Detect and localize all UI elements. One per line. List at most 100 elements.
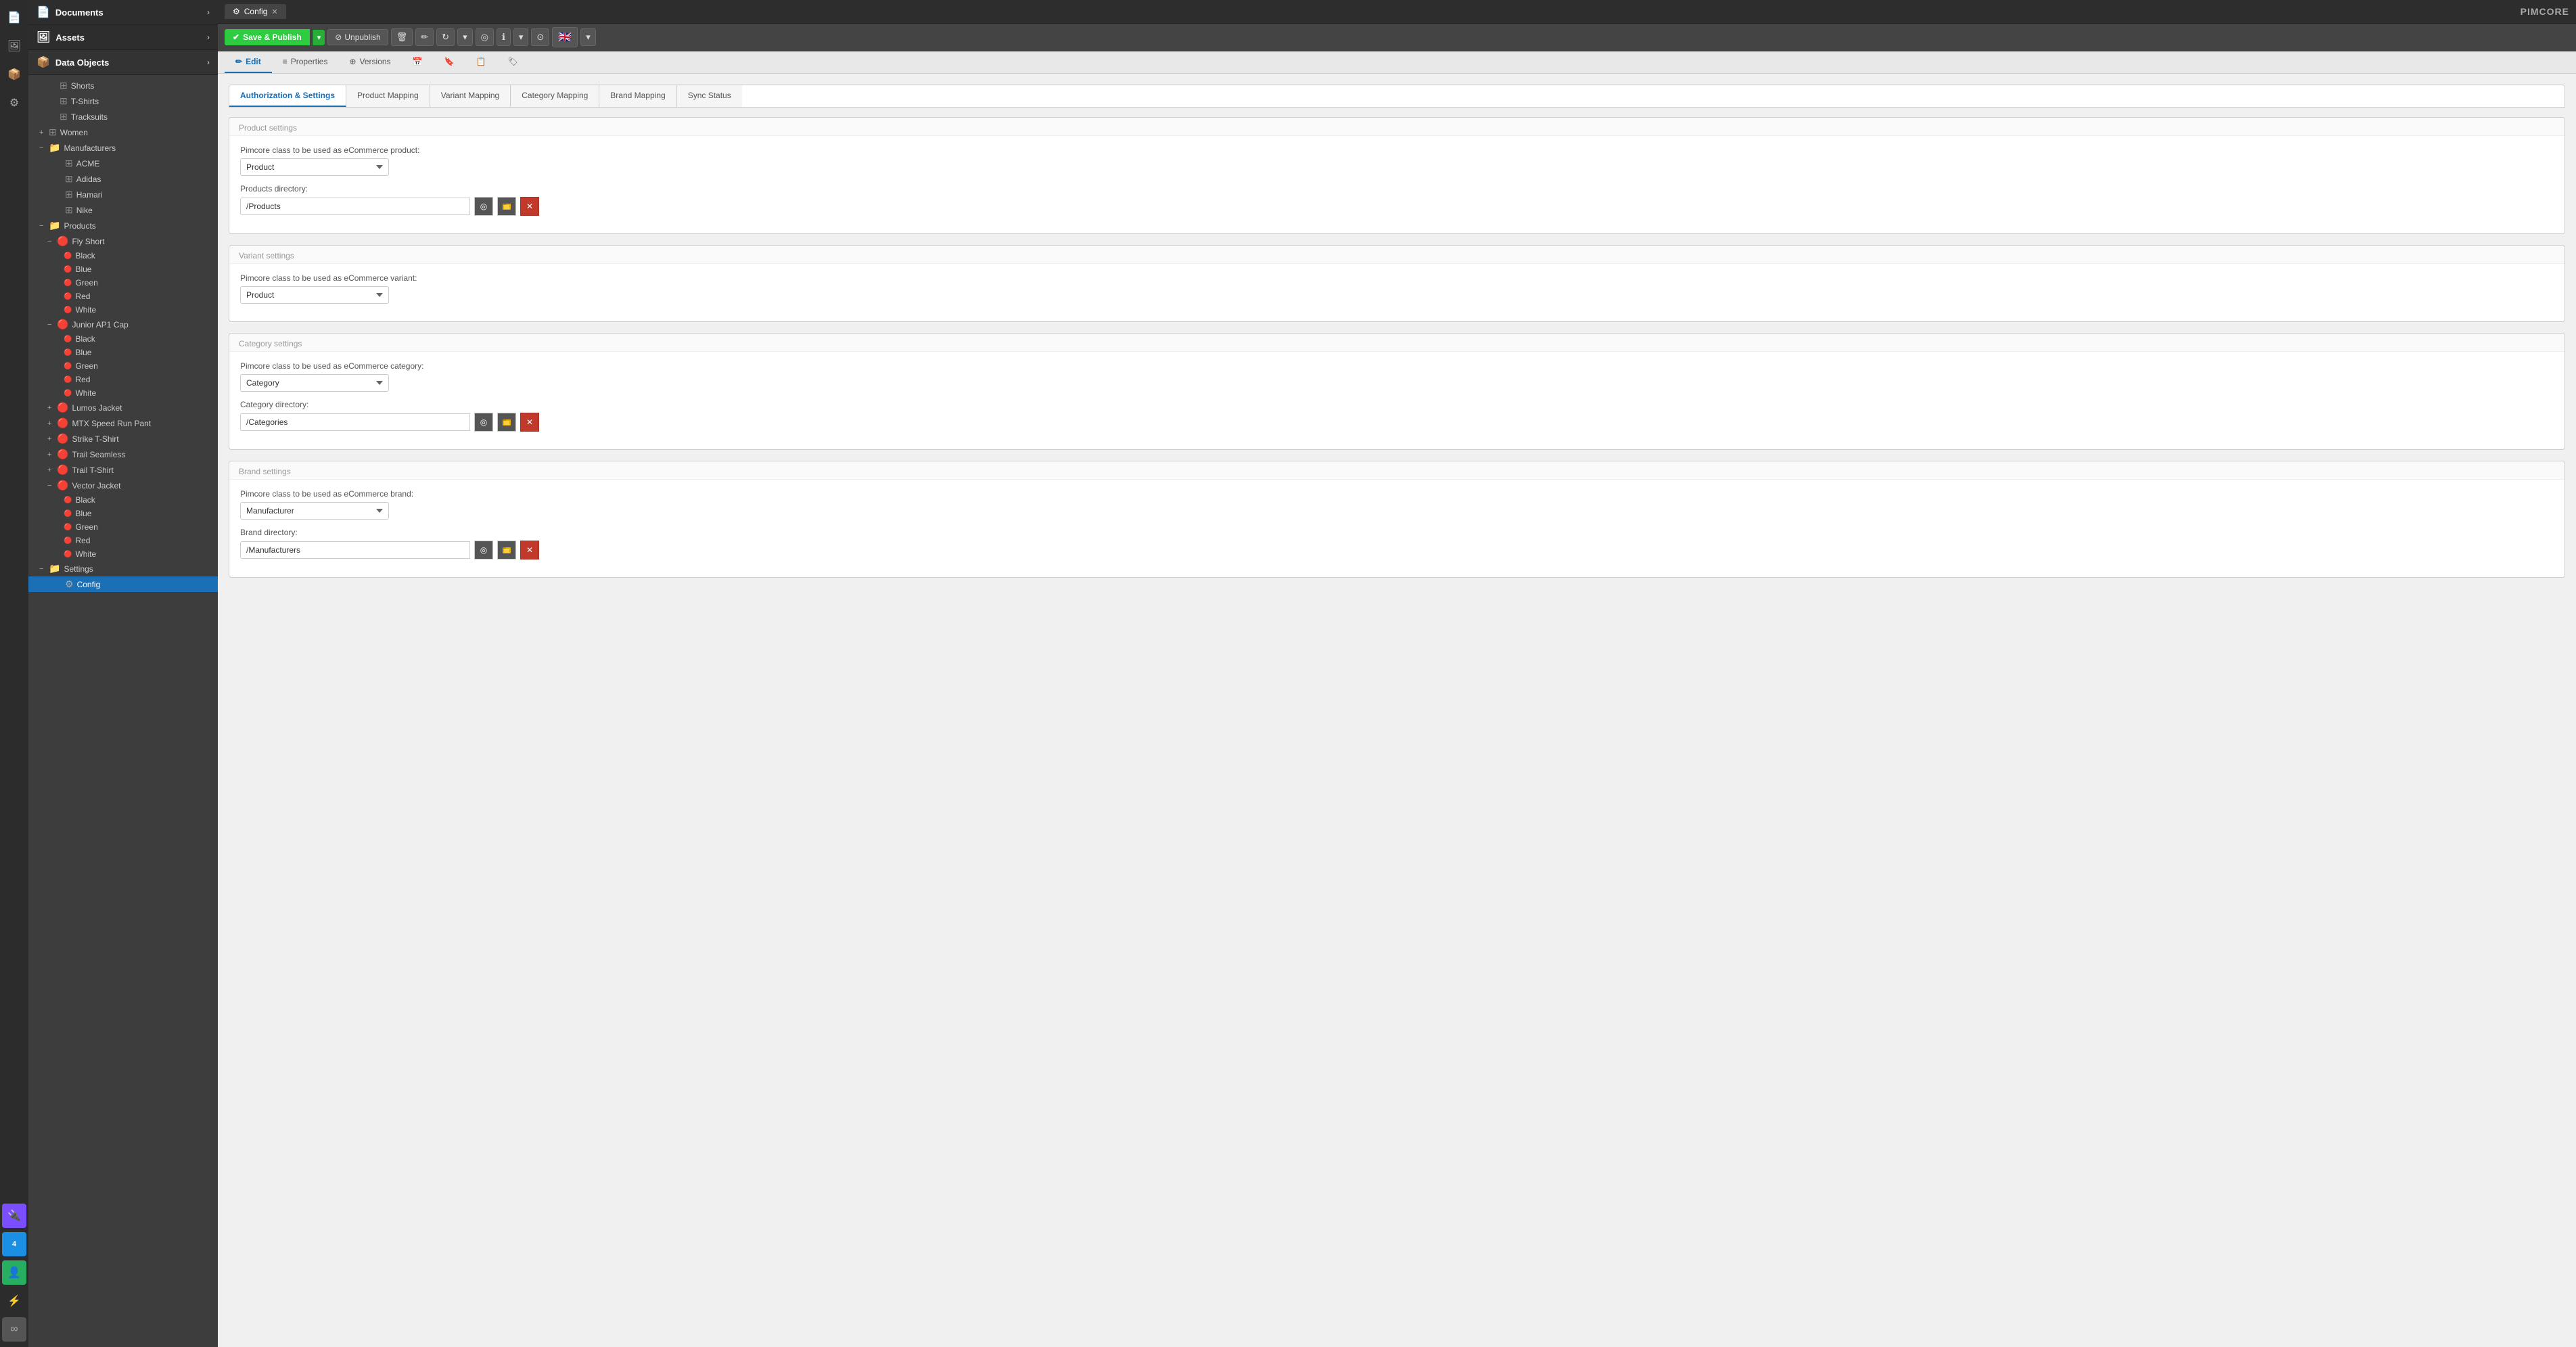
tab-auth-settings[interactable]: Authorization & Settings: [229, 85, 346, 107]
documents-nav-icon[interactable]: 📄: [2, 5, 26, 30]
tree-item-junior-red[interactable]: 🔴 Red: [28, 373, 218, 386]
tab-variant-mapping[interactable]: Variant Mapping: [430, 85, 511, 107]
subtab-edit[interactable]: ✏ Edit: [225, 51, 272, 73]
tree-item-vector-jacket[interactable]: − 🔴 Vector Jacket: [28, 478, 218, 493]
tree-item-hamari[interactable]: ⊞ Hamari: [28, 187, 218, 202]
category-dir-clear-btn[interactable]: ✕: [520, 413, 539, 432]
tree-item-strike-t-shirt[interactable]: + 🔴 Strike T-Shirt: [28, 431, 218, 447]
tree-item-vector-blue[interactable]: 🔴 Blue: [28, 507, 218, 520]
category-dir-input[interactable]: [240, 413, 470, 431]
info-button[interactable]: ℹ: [497, 28, 511, 46]
brand-dir-clear-btn[interactable]: ✕: [520, 541, 539, 560]
tools-nav-icon[interactable]: ⚙: [2, 91, 26, 115]
tree-item-junior-white[interactable]: 🔴 White: [28, 386, 218, 400]
tree-item-nike[interactable]: ⊞ Nike: [28, 202, 218, 218]
tree-item-lumos-jacket[interactable]: + 🔴 Lumos Jacket: [28, 400, 218, 415]
tab-product-mapping[interactable]: Product Mapping: [346, 85, 430, 107]
category-class-select[interactable]: Product Category Manufacturer: [240, 374, 389, 392]
subtab-schedule[interactable]: 📅: [402, 51, 434, 73]
tree-item-manufacturers[interactable]: − 📁 Manufacturers: [28, 140, 218, 156]
brand-class-label: Pimcore class to be used as eCommerce br…: [240, 489, 2554, 499]
tree-item-women[interactable]: + ⊞ Women: [28, 124, 218, 140]
subtab-tag[interactable]: 🏷: [497, 51, 528, 73]
tree-item-fly-short[interactable]: − 🔴 Fly Short: [28, 233, 218, 249]
tree-item-fly-short-blue[interactable]: 🔴 Blue: [28, 262, 218, 276]
variant-class-select[interactable]: Product Category Manufacturer: [240, 286, 389, 304]
subtab-properties[interactable]: ≡ Properties: [272, 51, 339, 73]
tree-item-vector-red[interactable]: 🔴 Red: [28, 534, 218, 547]
tab-config-close-icon[interactable]: ✕: [271, 7, 277, 16]
tree-item-shorts[interactable]: ⊞ Shorts: [28, 78, 218, 93]
sidebar-assets-header[interactable]: 🖼 Assets ›: [28, 25, 218, 50]
tree-item-vector-white[interactable]: 🔴 White: [28, 547, 218, 561]
notification-badge-icon[interactable]: 4: [2, 1232, 26, 1256]
brand-dir-input[interactable]: [240, 541, 470, 559]
flag-dropdown-button[interactable]: ▾: [580, 28, 596, 46]
refresh-dropdown-button[interactable]: ▾: [457, 28, 473, 46]
tab-config[interactable]: ⚙ Config ✕: [225, 4, 286, 19]
hamari-label: Hamari: [76, 190, 103, 200]
category-dir-target-btn[interactable]: ◎: [474, 413, 493, 432]
refresh-button[interactable]: ↻: [436, 28, 455, 46]
tree-item-junior-blue[interactable]: 🔴 Blue: [28, 346, 218, 359]
product-class-select[interactable]: Product Category Manufacturer: [240, 158, 389, 176]
fly-short-white-icon: 🔴: [64, 306, 72, 314]
tree-item-acme[interactable]: ⊞ ACME: [28, 156, 218, 171]
save-publish-label: Save & Publish: [243, 32, 302, 42]
info-dropdown-button[interactable]: ▾: [513, 28, 529, 46]
tree-item-junior-black[interactable]: 🔴 Black: [28, 332, 218, 346]
tree-item-tracksuits[interactable]: ⊞ Tracksuits: [28, 109, 218, 124]
tree-item-config[interactable]: ⚙ Config: [28, 576, 218, 592]
tree-item-junior-green[interactable]: 🔴 Green: [28, 359, 218, 373]
products-dir-input[interactable]: [240, 198, 470, 215]
tree-item-junior-ap1-cap[interactable]: − 🔴 Junior AP1 Cap: [28, 317, 218, 332]
tree-item-adidas[interactable]: ⊞ Adidas: [28, 171, 218, 187]
tree-item-settings[interactable]: − 📁 Settings: [28, 561, 218, 576]
infinity-icon[interactable]: ∞: [2, 1317, 26, 1342]
delete-button[interactable]: 🗑: [391, 28, 413, 46]
sidebar-data-objects-header[interactable]: 📦 Data Objects ›: [28, 50, 218, 75]
products-dir-browse-btn[interactable]: [497, 197, 516, 216]
brand-dir-browse-btn[interactable]: [497, 541, 516, 560]
edit-button[interactable]: ✏: [415, 28, 434, 46]
tree-item-mtx-speed-run-pant[interactable]: + 🔴 MTX Speed Run Pant: [28, 415, 218, 431]
tree-item-trail-t-shirt[interactable]: + 🔴 Trail T-Shirt: [28, 462, 218, 478]
target-button[interactable]: ◎: [476, 28, 494, 46]
data-objects-nav-icon[interactable]: 📦: [2, 62, 26, 87]
share-button[interactable]: ⊙: [531, 28, 549, 46]
subtab-versions[interactable]: ⊕ Versions: [338, 51, 401, 73]
subtab-clipboard[interactable]: 📋: [465, 51, 497, 73]
products-dir-clear-btn[interactable]: ✕: [520, 197, 539, 216]
unpublish-button[interactable]: ⊘ Unpublish: [327, 29, 388, 45]
category-dir-browse-btn[interactable]: [497, 413, 516, 432]
tree-item-t-shirts[interactable]: ⊞ T-Shirts: [28, 93, 218, 109]
brand-class-select[interactable]: Product Category Manufacturer: [240, 502, 389, 520]
assets-nav-icon[interactable]: 🖼: [2, 34, 26, 58]
tree-item-vector-green[interactable]: 🔴 Green: [28, 520, 218, 534]
flag-button[interactable]: 🇬🇧: [552, 27, 578, 47]
user-profile-icon[interactable]: 👤: [2, 1260, 26, 1285]
tree-item-trail-seamless[interactable]: + 🔴 Trail Seamless: [28, 447, 218, 462]
tree-item-fly-short-black[interactable]: 🔴 Black: [28, 249, 218, 262]
plugin-icon[interactable]: 🔌: [2, 1204, 26, 1228]
workflow-icon[interactable]: ⚡: [2, 1289, 26, 1313]
tree-item-fly-short-green[interactable]: 🔴 Green: [28, 276, 218, 290]
tab-brand-mapping-label: Brand Mapping: [610, 91, 665, 100]
tab-sync-status[interactable]: Sync Status: [677, 85, 742, 107]
tab-brand-mapping[interactable]: Brand Mapping: [599, 85, 676, 107]
save-publish-button[interactable]: ✔ Save & Publish: [225, 29, 310, 45]
tree-item-fly-short-red[interactable]: 🔴 Red: [28, 290, 218, 303]
products-dir-target-btn[interactable]: ◎: [474, 197, 493, 216]
tree-item-vector-black[interactable]: 🔴 Black: [28, 493, 218, 507]
junior-green-icon: 🔴: [64, 363, 72, 370]
strike-icon: 🔴: [57, 433, 68, 444]
tree-item-fly-short-white[interactable]: 🔴 White: [28, 303, 218, 317]
vector-white-label: White: [75, 549, 96, 559]
subtab-bookmark[interactable]: 🔖: [434, 51, 465, 73]
brand-dir-target-btn[interactable]: ◎: [474, 541, 493, 560]
variant-settings-panel: Variant settings Pimcore class to be use…: [229, 245, 2565, 322]
save-dropdown-button[interactable]: ▾: [313, 30, 325, 45]
sidebar-documents-header[interactable]: 📄 Documents ›: [28, 0, 218, 25]
tab-category-mapping[interactable]: Category Mapping: [511, 85, 599, 107]
tree-item-products[interactable]: − 📁 Products: [28, 218, 218, 233]
